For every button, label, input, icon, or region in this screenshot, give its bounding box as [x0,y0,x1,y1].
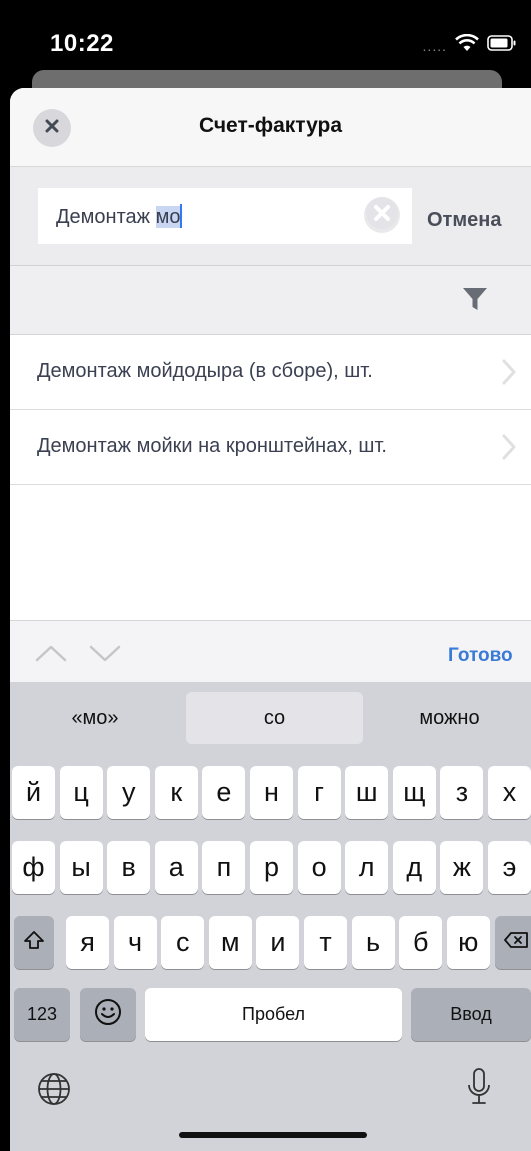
shift-icon [23,929,45,956]
battery-icon [487,35,517,56]
key[interactable]: р [250,841,293,894]
shift-key[interactable] [14,916,54,969]
suggestion-item[interactable]: можно [368,692,531,744]
key[interactable]: ы [59,841,103,894]
key[interactable]: л [345,841,389,894]
key[interactable]: з [440,766,484,819]
key[interactable]: н [250,766,293,819]
key[interactable]: д [392,841,436,894]
clear-icon [364,195,400,236]
numbers-key[interactable]: 123 [14,988,70,1041]
status-bar: 10:22 ..... [0,0,531,80]
key[interactable]: э [488,841,531,894]
filter-icon[interactable] [462,286,488,317]
key[interactable]: ю [446,916,490,969]
page-title: Счет-фактура [198,114,343,137]
key[interactable]: к [154,766,198,819]
navigation-bar: Счет-фактура [10,88,531,167]
key[interactable]: ш [345,766,389,819]
search-value-prefix: Демонтаж [56,206,156,228]
key[interactable]: щ [392,766,436,819]
home-indicator [179,1132,367,1138]
list-item-label: Демонтаж мойдодыра (в сборе), шт. [37,360,373,382]
status-icons: ..... [422,33,517,57]
key[interactable]: х [488,766,531,819]
key[interactable]: я [66,916,109,969]
key[interactable]: с [161,916,205,969]
key[interactable]: ж [440,841,484,894]
cancel-button[interactable]: Отмена [427,209,501,232]
filter-bar [10,266,531,335]
key[interactable]: е [202,766,246,819]
key[interactable]: ф [12,841,55,894]
key[interactable]: т [304,916,347,969]
wifi-icon [455,33,479,57]
emoji-icon [93,997,123,1032]
suggestion-item[interactable]: «мо» [10,692,180,744]
key[interactable]: п [202,841,246,894]
clear-search-button[interactable] [364,195,400,236]
key[interactable]: б [399,916,443,969]
key[interactable]: й [12,766,55,819]
key[interactable]: о [297,841,341,894]
text-caret [180,204,183,228]
globe-icon[interactable] [36,1071,72,1112]
signal-dots-icon: ..... [422,37,447,54]
key[interactable]: м [208,916,252,969]
keyboard: «мо» со можно йцукенгшщзх фывапролджэ яч… [10,682,531,1151]
return-key[interactable]: Ввод [411,988,531,1041]
list-item-label: Демонтаж мойки на кронштейнах, шт. [37,435,387,457]
suggestion-item[interactable]: со [186,692,363,744]
backspace-icon [503,931,529,954]
key[interactable]: ц [59,766,103,819]
list-item[interactable]: Демонтаж мойдодыра (в сборе), шт. [10,335,531,410]
status-time: 10:22 [50,30,114,57]
microphone-icon[interactable] [465,1067,493,1114]
list-item[interactable]: Демонтаж мойки на кронштейнах, шт. [10,410,531,485]
invoice-sheet: Счет-фактура Демонтаж мо Отмена Демонтаж… [10,88,531,1151]
keyboard-toolbar: Готово [10,620,531,683]
key[interactable]: г [297,766,341,819]
chevron-up-icon[interactable] [34,643,68,668]
chevron-right-icon [501,358,517,391]
key[interactable]: а [154,841,198,894]
key[interactable]: ч [113,916,157,969]
key[interactable]: у [107,766,151,819]
space-key[interactable]: Пробел [145,988,402,1041]
key[interactable]: ь [351,916,395,969]
emoji-key[interactable] [80,988,136,1041]
backspace-key[interactable] [495,916,531,969]
done-button[interactable]: Готово [448,645,513,667]
chevron-down-icon[interactable] [88,643,122,668]
key[interactable]: и [256,916,300,969]
search-value-selected: мо [155,206,181,228]
chevron-right-icon [501,433,517,466]
key[interactable]: в [107,841,151,894]
search-input-text: Демонтаж мо [56,204,183,229]
search-input[interactable]: Демонтаж мо [38,188,412,244]
